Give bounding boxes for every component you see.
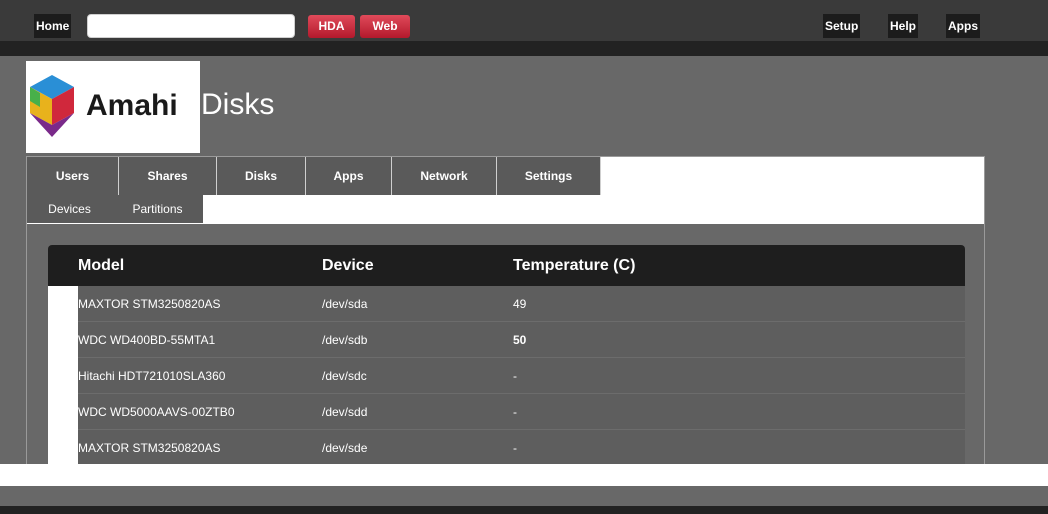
amahi-logo: Amahi — [26, 61, 200, 153]
page-title: Disks — [201, 88, 275, 121]
tab-settings[interactable]: Settings — [497, 157, 601, 195]
logo-text: Amahi — [86, 89, 178, 122]
cell-temperature: - — [513, 405, 517, 419]
top-nav-divider — [0, 41, 1048, 56]
cell-model: Hitachi HDT721010SLA360 — [78, 369, 226, 383]
apps-link[interactable]: Apps — [946, 14, 980, 38]
cell-model: MAXTOR STM3250820AS — [78, 441, 221, 455]
web-button[interactable]: Web — [360, 15, 410, 38]
hda-button[interactable]: HDA — [308, 15, 355, 38]
cell-model: WDC WD400BD-55MTA1 — [78, 333, 216, 347]
row-gutter — [48, 394, 78, 430]
row-gutter — [48, 322, 78, 358]
cell-device: /dev/sde — [322, 441, 368, 455]
cell-temperature: - — [513, 369, 517, 383]
footer-band — [0, 464, 1048, 486]
row-gutter — [48, 430, 78, 466]
cell-model: WDC WD5000AAVS-00ZTB0 — [78, 405, 235, 419]
disks-table: Model Device Temperature (C) MAXTOR STM3… — [48, 245, 965, 466]
tab-apps[interactable]: Apps — [306, 157, 392, 195]
table-row[interactable]: MAXTOR STM3250820AS /dev/sda 49 — [48, 286, 965, 322]
cell-temperature: 50 — [513, 333, 527, 347]
column-header-device: Device — [322, 257, 374, 274]
subtab-partitions[interactable]: Partitions — [112, 195, 203, 223]
main-tabs: Users Shares Disks Apps Network Settings — [27, 157, 984, 195]
column-header-temperature: Temperature (C) — [513, 257, 636, 274]
setup-link[interactable]: Setup — [823, 14, 861, 38]
table-header: Model Device Temperature (C) — [48, 245, 965, 286]
tab-network[interactable]: Network — [392, 157, 497, 195]
table-row[interactable]: MAXTOR STM3250820AS /dev/sde - — [48, 430, 965, 466]
table-row[interactable]: WDC WD5000AAVS-00ZTB0 /dev/sdd - — [48, 394, 965, 430]
tab-disks[interactable]: Disks — [217, 157, 306, 195]
tab-users[interactable]: Users — [27, 157, 119, 195]
table-row[interactable]: WDC WD400BD-55MTA1 /dev/sdb 50 — [48, 322, 965, 358]
search-input[interactable] — [87, 14, 295, 38]
cell-temperature: 49 — [513, 297, 527, 311]
cell-device: /dev/sdb — [322, 333, 368, 347]
cell-device: /dev/sdd — [322, 405, 368, 419]
cell-device: /dev/sda — [322, 297, 368, 311]
cell-device: /dev/sdc — [322, 369, 367, 383]
column-header-model: Model — [78, 257, 125, 274]
row-gutter — [48, 358, 78, 394]
sub-tabs: Devices Partitions — [27, 195, 984, 224]
home-link[interactable]: Home — [34, 14, 72, 38]
row-gutter — [48, 286, 78, 322]
help-link[interactable]: Help — [888, 14, 919, 38]
cell-model: MAXTOR STM3250820AS — [78, 297, 221, 311]
amahi-cube-icon — [30, 75, 74, 137]
bottom-bar — [0, 506, 1048, 514]
subtab-devices[interactable]: Devices — [27, 195, 112, 223]
table-row[interactable]: Hitachi HDT721010SLA360 /dev/sdc - — [48, 358, 965, 394]
tab-shares[interactable]: Shares — [119, 157, 217, 195]
main-panel: Users Shares Disks Apps Network Settings… — [26, 156, 985, 486]
cell-temperature: - — [513, 441, 517, 455]
